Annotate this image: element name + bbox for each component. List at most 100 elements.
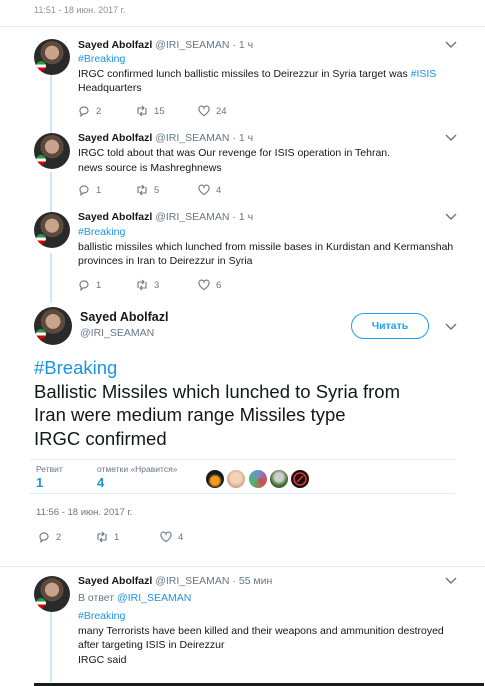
- avatar[interactable]: [34, 212, 70, 248]
- tweet-line: after targeting ISIS in Deirezzur: [78, 639, 225, 651]
- tweet-line: many Terrorists have been killed and the…: [78, 624, 444, 637]
- iran-flag-icon: [36, 329, 46, 339]
- reply-count: 2: [56, 531, 62, 543]
- reply-context: В ответ @IRI_SEAMAN: [78, 591, 458, 606]
- reply-count: 2: [96, 105, 102, 117]
- retweets-count[interactable]: 1: [36, 475, 43, 490]
- retweet-button[interactable]: 3: [136, 279, 159, 291]
- tweet-text: IRGC told about that was Our revenge for…: [78, 146, 458, 175]
- retweet-count: 3: [154, 279, 160, 291]
- reply-button[interactable]: 2: [38, 531, 61, 543]
- author-handle[interactable]: @IRI_SEAMAN: [155, 39, 229, 51]
- retweets-label[interactable]: Ретвит: [36, 464, 63, 474]
- likes-label[interactable]: отметки «Нравится»: [97, 464, 177, 474]
- follow-button[interactable]: Читать: [351, 313, 429, 339]
- retweet-button[interactable]: 1: [96, 531, 119, 543]
- top-timestamp: 11:51 - 18 июн. 2017 г.: [34, 5, 126, 15]
- author-handle[interactable]: @IRI_SEAMAN: [155, 132, 229, 144]
- author-name[interactable]: Sayed Abolfazl: [78, 211, 152, 223]
- like-button[interactable]: 24: [198, 105, 227, 117]
- tweet-line: IRGC told about that was Our revenge for…: [78, 147, 391, 159]
- like-count: 4: [178, 531, 184, 543]
- iran-flag-icon: [36, 155, 46, 165]
- like-button[interactable]: 6: [198, 279, 221, 291]
- tweet-line: IRGC confirmed: [34, 427, 167, 449]
- chevron-down-icon[interactable]: [445, 576, 457, 586]
- retweet-count: 1: [114, 531, 120, 543]
- heart-icon: [198, 279, 210, 291]
- tweet-time[interactable]: · 1 ч: [232, 39, 253, 51]
- author-name[interactable]: Sayed Abolfazl: [78, 575, 152, 587]
- tweet-time[interactable]: · 55 мин: [232, 575, 272, 587]
- author-name[interactable]: Sayed Abolfazl: [78, 39, 152, 51]
- heart-icon: [198, 184, 210, 196]
- divider: [30, 459, 455, 460]
- thread-line: [50, 253, 52, 303]
- tweet-line: Headquarters: [78, 82, 142, 94]
- chevron-down-icon[interactable]: [445, 133, 457, 143]
- thread-line: [50, 74, 52, 140]
- likes-count[interactable]: 4: [97, 475, 104, 490]
- reply-button[interactable]: 1: [78, 184, 101, 196]
- reply-icon: [79, 106, 89, 117]
- avatar[interactable]: [34, 307, 72, 345]
- tweet-text: #Breaking IRGC confirmed lunch ballistic…: [78, 52, 458, 96]
- author-handle[interactable]: @IRI_SEAMAN: [80, 327, 154, 339]
- tweet-header: Sayed Abolfazl @IRI_SEAMAN · 1 ч: [78, 132, 253, 144]
- author-name[interactable]: Sayed Abolfazl: [80, 310, 168, 324]
- tweet-timestamp[interactable]: 11:56 - 18 июн. 2017 г.: [36, 507, 132, 518]
- retweet-button[interactable]: 15: [136, 105, 165, 117]
- liker-avatar[interactable]: [248, 469, 268, 489]
- reply-button[interactable]: 2: [78, 105, 101, 117]
- retweet-count: 5: [154, 184, 160, 196]
- like-count: 4: [216, 184, 222, 196]
- liker-avatar[interactable]: [269, 469, 289, 489]
- retweet-button[interactable]: 5: [136, 184, 159, 196]
- reply-prefix: В ответ: [78, 592, 115, 604]
- author-name[interactable]: Sayed Abolfazl: [78, 132, 152, 144]
- tweet-header: Sayed Abolfazl @IRI_SEAMAN · 1 ч: [78, 39, 253, 51]
- main-tweet-text: #Breaking Ballistic Missiles which lunch…: [34, 356, 464, 450]
- antifa-icon: [293, 472, 307, 486]
- liker-avatar[interactable]: [290, 469, 310, 489]
- author-handle[interactable]: @IRI_SEAMAN: [155, 575, 229, 587]
- tweet-text: #Breaking ballistic missiles which lunch…: [78, 225, 458, 269]
- retweet-icon: [137, 105, 147, 117]
- author-handle[interactable]: @IRI_SEAMAN: [155, 211, 229, 223]
- reply-icon: [79, 280, 89, 291]
- reply-icon: [39, 532, 49, 543]
- liker-avatar[interactable]: [226, 469, 246, 489]
- reply-to-handle[interactable]: @IRI_SEAMAN: [117, 592, 191, 604]
- like-count: 24: [216, 105, 227, 117]
- reply-button[interactable]: 1: [78, 279, 101, 291]
- divider: [30, 493, 455, 494]
- liker-avatar[interactable]: [205, 469, 225, 489]
- iran-flag-icon: [36, 234, 46, 244]
- chevron-down-icon[interactable]: [445, 212, 457, 222]
- hashtag-breaking[interactable]: #Breaking: [78, 609, 458, 624]
- hashtag-isis[interactable]: #ISIS: [411, 68, 437, 80]
- like-button[interactable]: 4: [198, 184, 221, 196]
- reply-icon: [79, 185, 89, 196]
- thread-line: [50, 612, 52, 682]
- like-button[interactable]: 4: [160, 531, 183, 543]
- chevron-down-icon[interactable]: [445, 322, 457, 332]
- hashtag-breaking[interactable]: #Breaking: [78, 52, 458, 67]
- tweet-header: Sayed Abolfazl @IRI_SEAMAN · 1 ч: [78, 211, 253, 223]
- tweet-line: Iran were medium range Missiles type: [34, 404, 346, 425]
- retweet-count: 15: [154, 105, 165, 117]
- divider: [0, 566, 485, 567]
- tweet-line: news source is Mashreghnews: [78, 161, 222, 174]
- avatar[interactable]: [34, 576, 70, 612]
- avatar[interactable]: [34, 39, 70, 75]
- hashtag-breaking[interactable]: #Breaking: [34, 356, 464, 380]
- hashtag-breaking[interactable]: #Breaking: [78, 225, 458, 240]
- reply-count: 1: [96, 279, 102, 291]
- tweet-time[interactable]: · 1 ч: [232, 132, 253, 144]
- chevron-down-icon[interactable]: [445, 40, 457, 50]
- tweet-text: #Breaking many Terrorists have been kill…: [78, 609, 458, 667]
- avatar[interactable]: [34, 133, 70, 169]
- tweet-time[interactable]: · 1 ч: [232, 211, 253, 223]
- tweet-line: IRGC confirmed lunch ballistic missiles …: [78, 67, 437, 80]
- tweet-line: provinces in Iran to Deirezzur in Syria: [78, 255, 253, 267]
